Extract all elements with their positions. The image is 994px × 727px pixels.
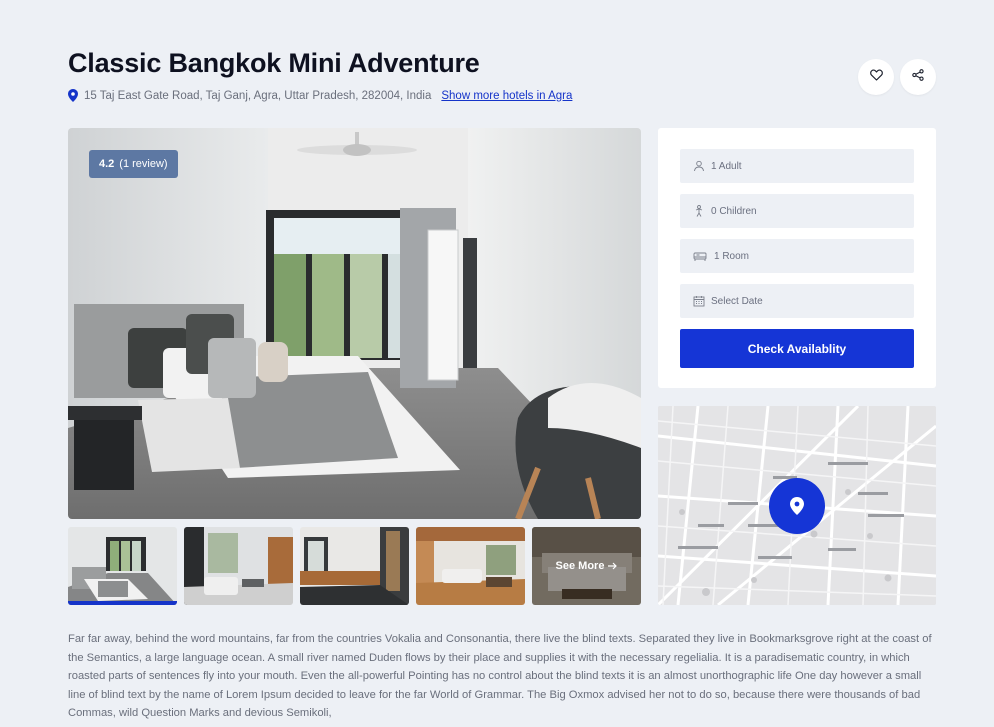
thumbnail-see-more[interactable]: See More: [532, 527, 641, 605]
see-more-overlay[interactable]: See More: [532, 527, 641, 605]
thumbnail-4[interactable]: [416, 527, 525, 605]
arrow-right-icon: [608, 562, 618, 570]
location-pin-icon: [790, 497, 804, 515]
booking-card: 1 Adult 0 Children 1 Room Select Date Ch…: [658, 128, 936, 388]
page-title: Classic Bangkok Mini Adventure: [68, 48, 480, 78]
address-text: 15 Taj East Gate Road, Taj Ganj, Agra, U…: [84, 89, 432, 102]
date-field[interactable]: Select Date: [680, 284, 914, 318]
share-button[interactable]: [900, 59, 936, 95]
map-marker[interactable]: [769, 478, 825, 534]
thumbnail-strip: See More: [68, 527, 641, 605]
children-value: 0 Children: [711, 205, 757, 217]
share-icon: [912, 68, 924, 86]
rating-badge: 4.2 (1 review): [89, 150, 178, 178]
heart-icon: [869, 68, 883, 86]
show-more-hotels-link[interactable]: Show more hotels in Agra: [441, 90, 572, 102]
description-text: Far far away, behind the word mountains,…: [68, 633, 932, 720]
calendar-icon: [693, 295, 705, 307]
bed-icon: [693, 250, 707, 262]
adults-field[interactable]: 1 Adult: [680, 149, 914, 183]
thumbnail-3[interactable]: [300, 527, 409, 605]
adults-value: 1 Adult: [711, 160, 742, 172]
rating-reviews: (1 review): [119, 158, 168, 170]
thumbnail-1[interactable]: [68, 527, 177, 605]
rooms-field[interactable]: 1 Room: [680, 239, 914, 273]
location-map[interactable]: [658, 406, 936, 605]
see-more-label: See More: [555, 560, 605, 572]
user-icon: [693, 160, 705, 172]
rating-value: 4.2: [99, 158, 115, 170]
check-availability-button[interactable]: Check Availablity: [680, 329, 914, 368]
thumbnail-2[interactable]: [184, 527, 293, 605]
child-icon: [693, 205, 705, 217]
address-line: 15 Taj East Gate Road, Taj Ganj, Agra, U…: [68, 89, 572, 102]
favorite-button[interactable]: [858, 59, 894, 95]
date-placeholder: Select Date: [711, 295, 763, 307]
rooms-value: 1 Room: [714, 250, 750, 262]
children-field[interactable]: 0 Children: [680, 194, 914, 228]
location-pin-icon: [68, 89, 78, 102]
main-photo[interactable]: 4.2 (1 review): [68, 128, 641, 519]
